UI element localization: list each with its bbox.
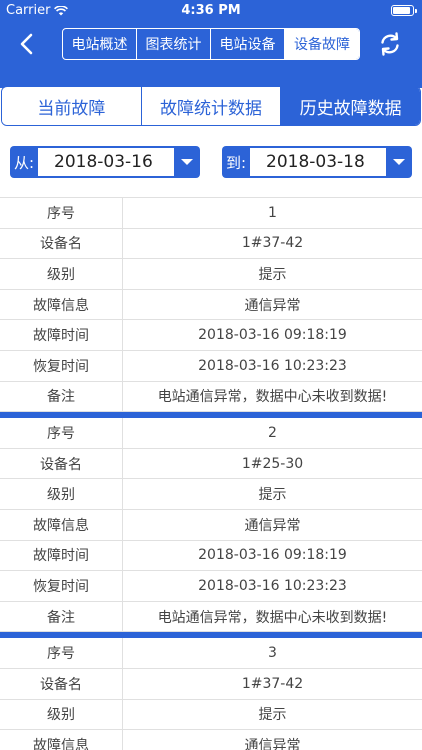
battery-level — [393, 7, 411, 14]
field-label: 设备名 — [0, 448, 123, 479]
field-value: 提示 — [258, 266, 287, 283]
table-row: 故障信息 通信异常 — [0, 509, 422, 541]
field-value: 2018-03-16 09:18:19 — [198, 327, 347, 344]
field-label: 级别 — [0, 699, 123, 730]
tab-station-devices[interactable]: 电站设备 — [211, 29, 285, 59]
table-row: 设备名 1#37-42 — [0, 228, 422, 260]
field-value: 3 — [268, 645, 277, 662]
field-value: 2018-03-16 09:18:19 — [198, 547, 347, 564]
field-label: 序号 — [0, 638, 123, 668]
back-button[interactable] — [14, 30, 42, 58]
field-label: 故障时间 — [0, 540, 123, 571]
field-label: 故障信息 — [0, 730, 123, 750]
tab-device-faults[interactable]: 设备故障 — [285, 29, 359, 59]
fault-record: 序号 3 设备名 1#37-42 级别 提示 故障信息 通信异常 — [0, 632, 422, 750]
field-value: 1#37-42 — [241, 675, 304, 692]
field-value: 1#25-30 — [241, 455, 304, 472]
table-row: 故障信息 通信异常 — [0, 730, 422, 750]
tab-chart-stats[interactable]: 图表统计 — [137, 29, 211, 59]
field-label: 故障时间 — [0, 320, 123, 350]
caret-down-icon — [181, 159, 193, 165]
table-row: 备注 电站通信异常，数据中心未收到数据! — [0, 381, 422, 413]
field-label: 恢复时间 — [0, 350, 123, 381]
table-row: 设备名 1#25-30 — [0, 448, 422, 480]
status-time: 4:36 PM — [181, 3, 241, 18]
date-to-dropdown[interactable] — [386, 146, 412, 178]
tab-history-faults[interactable]: 历史故障数据 — [281, 87, 420, 125]
field-label: 序号 — [0, 198, 123, 228]
date-to-value[interactable]: 2018-03-18 — [250, 148, 386, 176]
fault-records-list: 序号 1 设备名 1#37-42 级别 提示 故障信息 通信异常 故障时间 2018-03… — [0, 197, 422, 750]
field-value: 提示 — [258, 487, 287, 504]
tab-station-overview[interactable]: 电站概述 — [63, 29, 137, 59]
refresh-icon — [381, 32, 399, 56]
table-row: 恢复时间 2018-03-16 10:23:23 — [0, 571, 422, 602]
date-from-value[interactable]: 2018-03-16 — [38, 148, 174, 176]
field-value: 通信异常 — [244, 737, 301, 750]
field-value: 1#37-42 — [241, 235, 304, 252]
fault-record: 序号 1 设备名 1#37-42 级别 提示 故障信息 通信异常 故障时间 2018-03… — [0, 197, 422, 413]
table-row: 级别 提示 — [0, 699, 422, 731]
field-label: 备注 — [0, 381, 123, 412]
fault-tabs: 当前故障 故障统计数据 历史故障数据 — [1, 86, 421, 126]
date-from-picker[interactable]: 从: 2018-03-16 — [10, 146, 200, 178]
table-row: 级别 提示 — [0, 259, 422, 290]
field-value: 2 — [268, 424, 277, 441]
table-row: 级别 提示 — [0, 479, 422, 510]
status-bar: Carrier 4:36 PM — [0, 0, 422, 22]
field-label: 级别 — [0, 479, 123, 509]
date-from-label: 从: — [13, 153, 35, 172]
section-tabs: 电站概述 图表统计 电站设备 设备故障 — [62, 28, 360, 60]
table-row: 故障时间 2018-03-16 09:18:19 — [0, 540, 422, 572]
field-value: 通信异常 — [244, 297, 301, 314]
field-label: 级别 — [0, 259, 123, 289]
table-row: 序号 1 — [0, 198, 422, 229]
fault-record: 序号 2 设备名 1#25-30 级别 提示 故障信息 通信异常 故障时间 2018-03… — [0, 412, 422, 633]
field-value: 1 — [268, 204, 277, 221]
field-label: 序号 — [0, 418, 123, 448]
table-row: 故障信息 通信异常 — [0, 289, 422, 321]
table-row: 序号 3 — [0, 638, 422, 669]
app-header: Carrier 4:36 PM 电站概述 图表统计 电站设备 设备故障 — [0, 0, 422, 88]
caret-down-icon — [393, 159, 405, 165]
field-label: 设备名 — [0, 228, 123, 259]
field-label: 故障信息 — [0, 509, 123, 540]
field-label: 备注 — [0, 601, 123, 632]
date-from-dropdown[interactable] — [174, 146, 200, 178]
field-value: 电站通信异常，数据中心未收到数据! — [157, 389, 388, 406]
field-value: 通信异常 — [244, 517, 301, 534]
table-row: 序号 2 — [0, 418, 422, 449]
tab-fault-statistics[interactable]: 故障统计数据 — [141, 87, 282, 125]
date-to-label: 到: — [225, 153, 247, 172]
chevron-left-icon — [20, 33, 33, 55]
field-value: 电站通信异常，数据中心未收到数据! — [157, 609, 388, 626]
field-label: 故障信息 — [0, 289, 123, 320]
field-label: 设备名 — [0, 668, 123, 699]
table-row: 备注 电站通信异常，数据中心未收到数据! — [0, 601, 422, 633]
table-row: 故障时间 2018-03-16 09:18:19 — [0, 320, 422, 351]
field-value: 2018-03-16 10:23:23 — [198, 357, 347, 374]
field-value: 2018-03-16 10:23:23 — [198, 577, 347, 594]
table-row: 设备名 1#37-42 — [0, 668, 422, 700]
table-row: 恢复时间 2018-03-16 10:23:23 — [0, 350, 422, 382]
field-value: 提示 — [258, 707, 287, 724]
battery-icon — [391, 5, 417, 16]
tab-current-faults[interactable]: 当前故障 — [2, 87, 142, 125]
field-label: 恢复时间 — [0, 571, 123, 601]
date-to-picker[interactable]: 到: 2018-03-18 — [222, 146, 412, 178]
refresh-button[interactable] — [376, 30, 404, 58]
